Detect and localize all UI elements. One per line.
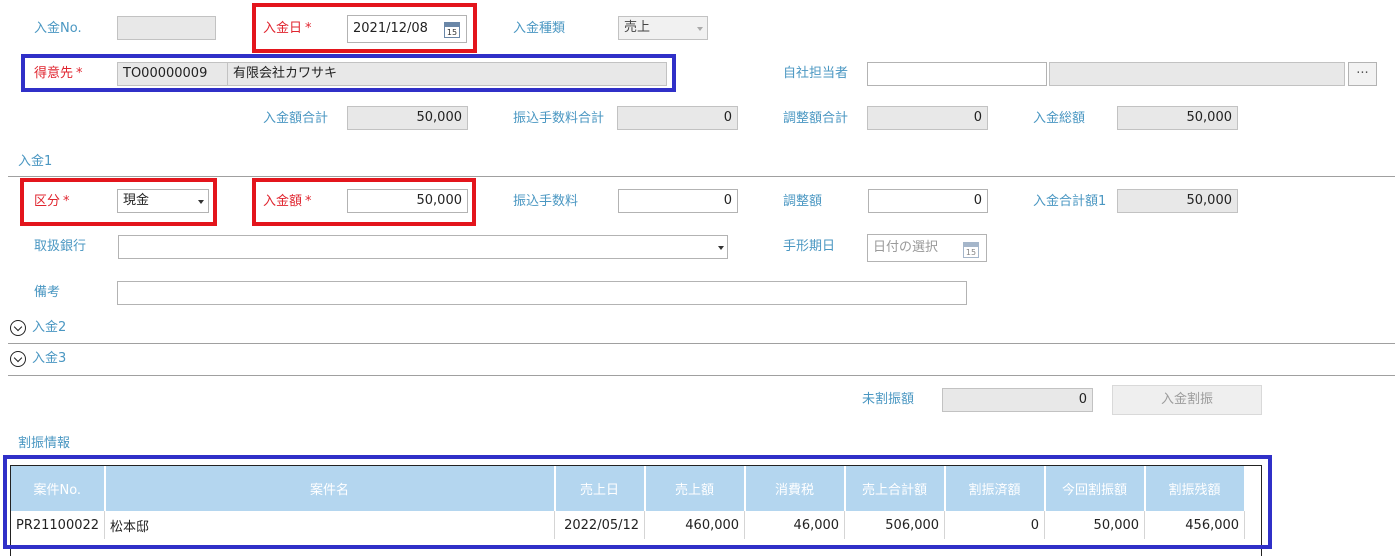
- highlight-amount: [252, 178, 476, 226]
- highlight-allocation-table: [3, 455, 1272, 549]
- staff-code-input[interactable]: [867, 62, 1047, 86]
- highlight-kind: [20, 178, 217, 226]
- payment-no-label: 入金No.: [34, 21, 82, 36]
- adjust-input[interactable]: 0: [868, 189, 988, 213]
- payment1-subtotal-field: 50,000: [1117, 189, 1238, 213]
- staff-name-field: [1049, 62, 1345, 86]
- highlight-payment-date: [252, 3, 477, 53]
- bill-date-label: 手形期日: [783, 239, 836, 254]
- grand-total-label: 入金総額: [1033, 111, 1086, 126]
- note-input[interactable]: [117, 281, 967, 305]
- note-label: 備考: [34, 285, 61, 300]
- section-divider: [8, 375, 1395, 376]
- total-adjust-label: 調整額合計: [783, 111, 849, 126]
- calendar-icon[interactable]: 15: [963, 242, 979, 258]
- highlight-customer: [21, 54, 676, 92]
- adjust-label: 調整額: [783, 194, 823, 209]
- chevron-down-icon: [697, 27, 703, 31]
- chevron-down-icon: [718, 246, 724, 250]
- staff-search-button[interactable]: ···: [1348, 62, 1377, 86]
- expand-payment3-icon[interactable]: [10, 351, 26, 367]
- payment1-section-title: 入金1: [18, 154, 53, 169]
- payment2-section-title[interactable]: 入金2: [32, 319, 66, 337]
- allocation-section-title: 割振情報: [18, 436, 71, 451]
- section-divider: [8, 176, 1395, 177]
- allocate-payment-button[interactable]: 入金割振: [1112, 385, 1262, 415]
- payment-type-label: 入金種類: [513, 21, 566, 36]
- total-amount-label: 入金額合計: [263, 111, 329, 126]
- expand-payment2-icon[interactable]: [10, 320, 26, 336]
- bank-label: 取扱銀行: [34, 239, 87, 254]
- fee-input[interactable]: 0: [618, 189, 738, 213]
- total-amount-field: 50,000: [347, 106, 468, 130]
- unallocated-field: 0: [942, 388, 1093, 412]
- grand-total-field: 50,000: [1117, 106, 1238, 130]
- payment-no-field: [117, 16, 216, 40]
- bank-select[interactable]: [118, 235, 728, 259]
- staff-label: 自社担当者: [783, 66, 849, 81]
- total-fee-field: 0: [617, 106, 738, 130]
- total-fee-label: 振込手数料合計: [513, 111, 605, 126]
- payment3-section-title[interactable]: 入金3: [32, 350, 66, 368]
- payment-type-select[interactable]: 売上: [618, 16, 708, 40]
- unallocated-label: 未割振額: [862, 392, 915, 407]
- payment1-subtotal-label: 入金合計額1: [1033, 194, 1107, 209]
- total-adjust-field: 0: [867, 106, 988, 130]
- fee-label: 振込手数料: [513, 194, 579, 209]
- section-divider: [8, 343, 1395, 344]
